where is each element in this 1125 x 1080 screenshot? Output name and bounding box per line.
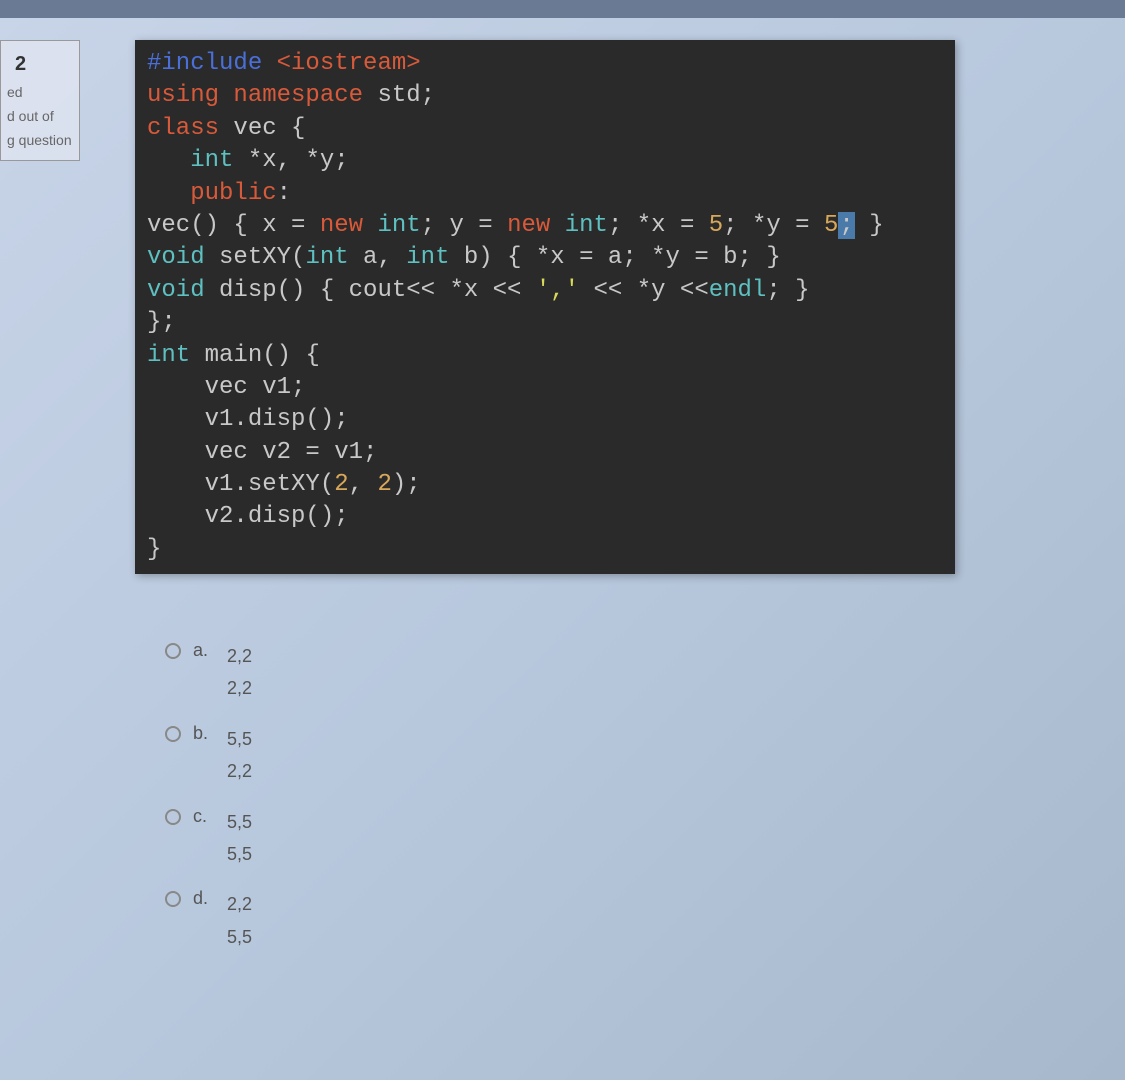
code-token xyxy=(147,147,190,174)
code-token: : xyxy=(277,180,291,207)
code-token: ; *x = xyxy=(608,212,709,239)
code-token: setXY( xyxy=(205,244,306,271)
answer-label: a. xyxy=(193,640,215,661)
code-token xyxy=(550,212,564,239)
code-token: ; *y = xyxy=(723,212,824,239)
answer-option-a[interactable]: a. 2,2 2,2 xyxy=(165,640,252,705)
radio-button[interactable] xyxy=(165,643,181,659)
code-token: ',' xyxy=(536,277,579,304)
answer-label: d. xyxy=(193,888,215,909)
code-token: }; xyxy=(147,309,176,336)
code-token: class xyxy=(147,115,219,142)
code-token: void xyxy=(147,277,205,304)
code-token: a, xyxy=(349,244,407,271)
answer-option-b[interactable]: b. 5,5 2,2 xyxy=(165,723,252,788)
code-token: *x, *y; xyxy=(233,147,348,174)
code-token: int xyxy=(147,342,190,369)
code-token: #include xyxy=(147,50,262,77)
code-line: vec() { x = new int; y = new int; *x = 5… xyxy=(147,210,943,242)
code-line: int *x, *y; xyxy=(147,145,943,177)
code-token: 2 xyxy=(377,471,391,498)
code-token: , xyxy=(349,471,378,498)
code-token: namespace xyxy=(233,82,363,109)
answer-option-d[interactable]: d. 2,2 5,5 xyxy=(165,888,252,953)
code-token: void xyxy=(147,244,205,271)
code-token: endl xyxy=(709,277,767,304)
code-line: } xyxy=(147,534,943,566)
question-info-box: 2 ed d out of g question xyxy=(0,40,80,161)
code-token: ); xyxy=(392,471,421,498)
code-token xyxy=(219,82,233,109)
code-token: vec v1; xyxy=(147,374,305,401)
code-line: vec v2 = v1; xyxy=(147,437,943,469)
code-snippet: #include <iostream>using namespace std;c… xyxy=(135,40,955,574)
code-token: int xyxy=(406,244,449,271)
code-token xyxy=(262,50,276,77)
code-token: main() { xyxy=(190,342,320,369)
radio-button[interactable] xyxy=(165,726,181,742)
code-line: vec v1; xyxy=(147,372,943,404)
code-token: } xyxy=(855,212,884,239)
code-token: ; xyxy=(838,212,854,239)
code-token xyxy=(363,212,377,239)
radio-button[interactable] xyxy=(165,891,181,907)
flag-question-link[interactable]: g question xyxy=(7,128,73,152)
answer-text: 5,5 5,5 xyxy=(227,806,252,871)
code-token: disp() { cout<< *x << xyxy=(205,277,536,304)
code-line: v1.setXY(2, 2); xyxy=(147,469,943,501)
code-token: vec v2 = v1; xyxy=(147,439,377,466)
code-token: 5 xyxy=(824,212,838,239)
code-line: }; xyxy=(147,307,943,339)
code-line: #include <iostream> xyxy=(147,48,943,80)
code-line: public: xyxy=(147,178,943,210)
question-number: 2 xyxy=(7,49,73,80)
code-line: void disp() { cout<< *x << ',' << *y <<e… xyxy=(147,275,943,307)
code-token: int xyxy=(305,244,348,271)
answer-text: 5,5 2,2 xyxy=(227,723,252,788)
code-line: v2.disp(); xyxy=(147,501,943,533)
code-token: b) { *x = a; *y = b; } xyxy=(449,244,780,271)
code-token: public xyxy=(190,180,276,207)
code-token: ; } xyxy=(766,277,809,304)
question-status: ed xyxy=(7,80,73,104)
code-line: using namespace std; xyxy=(147,80,943,112)
code-line: void setXY(int a, int b) { *x = a; *y = … xyxy=(147,242,943,274)
code-line: v1.disp(); xyxy=(147,404,943,436)
answer-text: 2,2 2,2 xyxy=(227,640,252,705)
code-token: v1.setXY( xyxy=(147,471,334,498)
answer-text: 2,2 5,5 xyxy=(227,888,252,953)
answer-label: b. xyxy=(193,723,215,744)
code-token xyxy=(147,180,190,207)
code-token: int xyxy=(565,212,608,239)
code-line: int main() { xyxy=(147,340,943,372)
code-token: using xyxy=(147,82,219,109)
code-token: int xyxy=(190,147,233,174)
code-token: int xyxy=(377,212,420,239)
code-token: new xyxy=(320,212,363,239)
code-token: <iostream> xyxy=(277,50,421,77)
code-token: } xyxy=(147,536,161,563)
answer-options: a. 2,2 2,2 b. 5,5 2,2 c. 5,5 5,5 d. 2,2 5,5 xyxy=(165,640,252,971)
code-token: vec { xyxy=(219,115,305,142)
answer-option-c[interactable]: c. 5,5 5,5 xyxy=(165,806,252,871)
code-token: new xyxy=(507,212,550,239)
answer-label: c. xyxy=(193,806,215,827)
question-marks: d out of xyxy=(7,104,73,128)
radio-button[interactable] xyxy=(165,809,181,825)
window-top-bar xyxy=(0,0,1125,18)
code-token: 2 xyxy=(334,471,348,498)
code-token: v2.disp(); xyxy=(147,503,349,530)
code-token: ; y = xyxy=(421,212,507,239)
code-line: class vec { xyxy=(147,113,943,145)
code-token: << *y << xyxy=(579,277,709,304)
code-token: std; xyxy=(363,82,435,109)
code-token: 5 xyxy=(709,212,723,239)
code-token: v1.disp(); xyxy=(147,406,349,433)
code-token: vec() { x = xyxy=(147,212,320,239)
question-sidebar: 2 ed d out of g question xyxy=(0,40,80,161)
